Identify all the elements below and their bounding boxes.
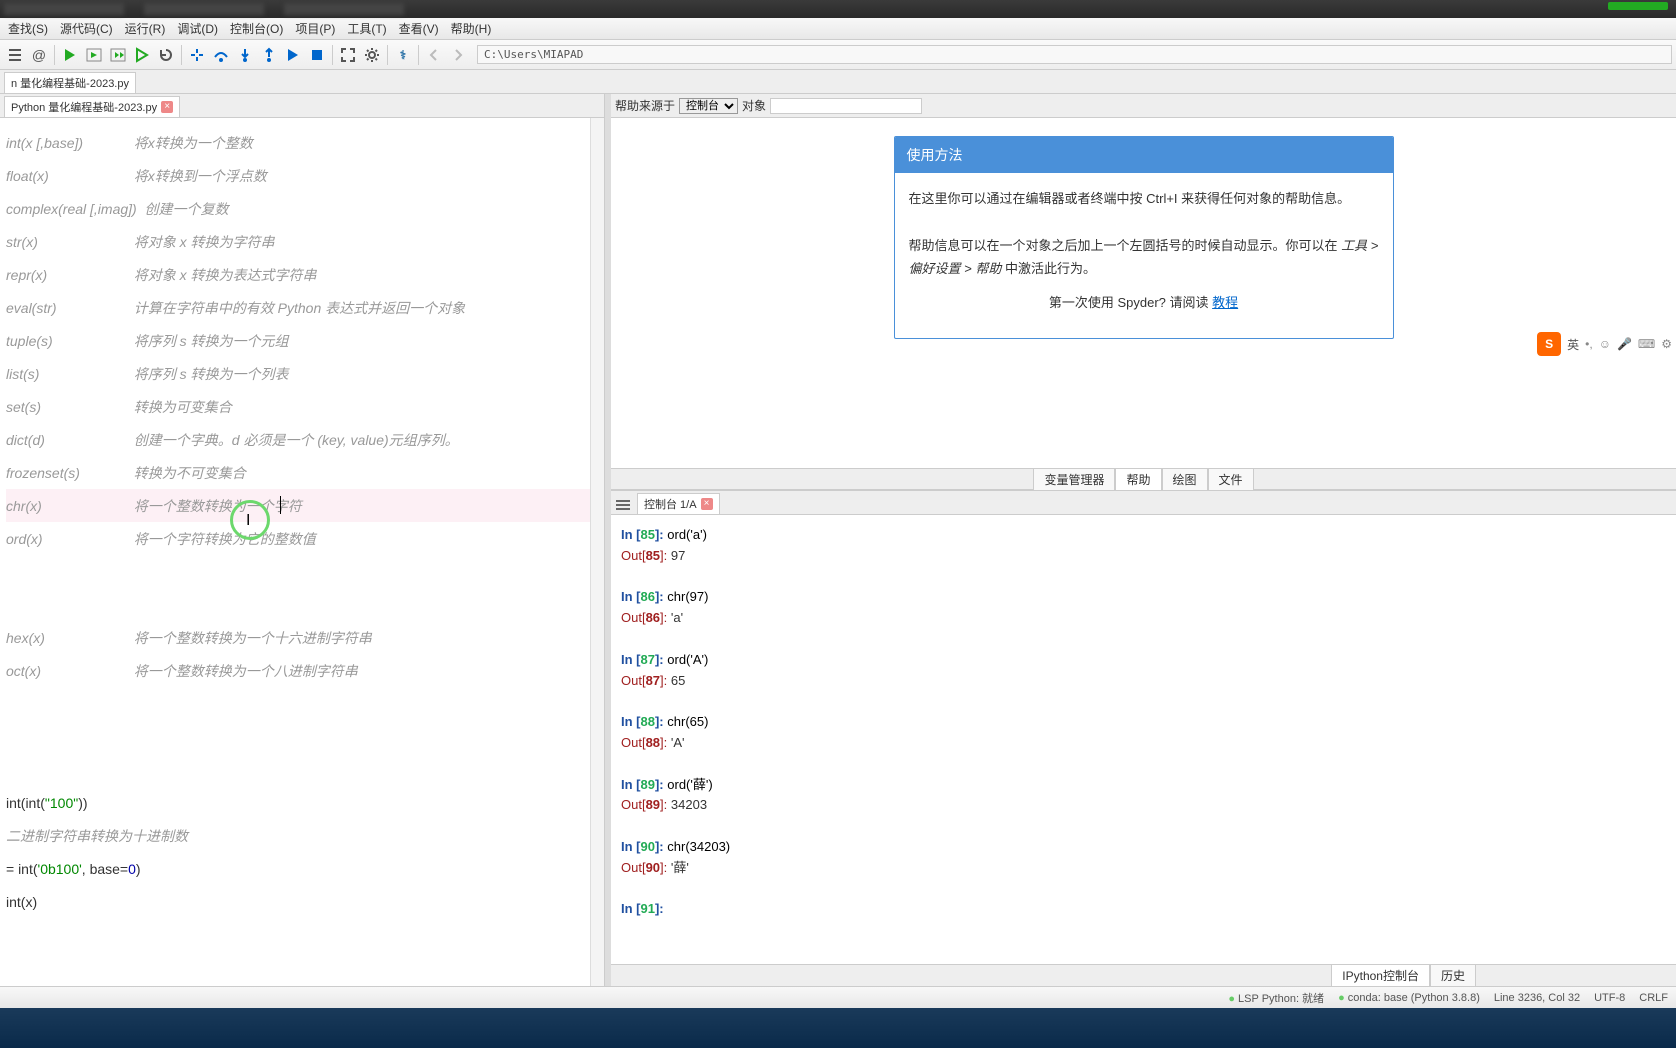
debug-stop-icon[interactable] [306,44,328,66]
ime-lang[interactable]: 英 [1567,336,1579,353]
code-line: ord(x) 将一个字符转换为它的整数值 [6,522,598,555]
ime-gear-icon[interactable]: ⚙ [1661,337,1672,351]
code-line: repr(x) 将对象 x 转换为表达式字符串 [6,258,598,291]
debug-step-icon[interactable] [186,44,208,66]
ipython-console[interactable]: In [85]: ord('a')Out[85]: 97In [86]: chr… [611,515,1676,964]
menu-调试(D)[interactable]: 调试(D) [171,18,224,39]
menu-bar: 查找(S)源代码(C)运行(R)调试(D)控制台(O)项目(P)工具(T)查看(… [0,18,1676,40]
code-line: hex(x) 将一个整数转换为一个十六进制字符串 [6,621,598,654]
ime-face-icon[interactable]: ☺ [1599,337,1611,351]
editor-pane: Python 量化编程基础-2023.py × int(x [,base]) 将… [0,94,605,986]
python-icon[interactable]: ⚕ [392,44,414,66]
help-tab-变量管理器[interactable]: 变量管理器 [1033,468,1115,491]
fullscreen-icon[interactable] [337,44,359,66]
help-text-1: 在这里你可以通过在编辑器或者终端中按 Ctrl+I 来获得任何对象的帮助信息。 [909,187,1379,210]
menu-源代码(C)[interactable]: 源代码(C) [54,18,119,39]
console-tab[interactable]: 控制台 1/A × [637,493,720,514]
rerun-icon[interactable] [155,44,177,66]
code-line: frozenset(s) 转换为不可变集合 [6,456,598,489]
run-cell-advance-icon[interactable] [107,44,129,66]
code-line: float(x) 将x转换到一个浮点数 [6,159,598,192]
help-card: 使用方法 在这里你可以通过在编辑器或者终端中按 Ctrl+I 来获得任何对象的帮… [894,136,1394,339]
status-lsp: LSP Python: 就绪 [1228,990,1324,1006]
list-icon[interactable] [4,44,26,66]
status-bar: LSP Python: 就绪 conda: base (Python 3.8.8… [0,986,1676,1008]
status-conda: conda: base (Python 3.8.8) [1338,992,1480,1004]
code-line: int(x [,base]) 将x转换为一个整数 [6,126,598,159]
menu-控制台(O)[interactable]: 控制台(O) [224,18,289,39]
console-pane: 控制台 1/A × In [85]: ord('a')Out[85]: 97In… [611,490,1676,986]
help-card-title: 使用方法 [895,137,1393,173]
title-bar [0,0,1676,18]
at-icon[interactable]: @ [28,44,50,66]
help-tab-帮助[interactable]: 帮助 [1115,468,1161,491]
code-line: complex(real [,imag]) 创建一个复数 [6,192,598,225]
code-line: eval(str) 计算在字符串中的有效 Python 表达式并返回一个对象 [6,291,598,324]
progress-indicator [1608,2,1668,10]
debug-step-out-icon[interactable] [258,44,280,66]
status-position: Line 3236, Col 32 [1494,992,1580,1004]
console-tab-bar: 控制台 1/A × [611,491,1676,515]
debug-continue-icon[interactable] [282,44,304,66]
minimap[interactable] [590,118,604,986]
help-source-label: 帮助来源于 [615,97,675,114]
help-tab-绘图[interactable]: 绘图 [1162,468,1208,491]
tutorial-link[interactable]: 教程 [1212,295,1238,310]
ime-toolbar[interactable]: S 英 •, ☺ 🎤 ⌨ ⚙ [1533,328,1676,360]
menu-查找(S)[interactable]: 查找(S) [2,18,54,39]
status-encoding: UTF-8 [1594,992,1625,1004]
status-eol: CRLF [1639,992,1668,1004]
help-toolbar: 帮助来源于 控制台 对象 [611,94,1676,118]
menu-工具(T)[interactable]: 工具(T) [341,18,392,39]
code-line [6,588,598,621]
menu-查看(V)[interactable]: 查看(V) [393,18,445,39]
sogou-icon[interactable]: S [1537,332,1561,356]
forward-icon[interactable] [447,44,469,66]
help-object-label: 对象 [742,97,766,114]
help-object-input[interactable] [770,98,922,114]
debug-step-into-icon[interactable] [234,44,256,66]
code-line: oct(x) 将一个整数转换为一个八进制字符串 [6,654,598,687]
code-line: dict(d) 创建一个字典。d 必须是一个 (key, value)元组序列。 [6,423,598,456]
windows-taskbar[interactable] [0,1008,1676,1048]
help-tab-文件[interactable]: 文件 [1208,468,1254,491]
ime-keyboard-icon[interactable]: ⌨ [1638,337,1655,351]
code-line: chr(x) 将一个整数转换为一个字符 [6,489,598,522]
code-line: list(s) 将序列 s 转换为一个列表 [6,357,598,390]
back-icon[interactable] [423,44,445,66]
help-panel: 使用方法 在这里你可以通过在编辑器或者终端中按 Ctrl+I 来获得任何对象的帮… [611,118,1676,468]
settings-icon[interactable] [361,44,383,66]
code-editor[interactable]: int(x [,base]) 将x转换为一个整数float(x) 将x转换到一个… [0,118,604,986]
project-tab[interactable]: n 量化编程基础-2023.py [4,72,136,93]
editor-tab-bar: Python 量化编程基础-2023.py × [0,94,604,118]
project-tab-row: n 量化编程基础-2023.py [0,70,1676,94]
menu-项目(P)[interactable]: 项目(P) [289,18,341,39]
console-bottom-tabs: IPython控制台历史 [611,964,1676,986]
code-line: set(s) 转换为可变集合 [6,390,598,423]
editor-file-tab[interactable]: Python 量化编程基础-2023.py × [4,96,180,117]
close-icon[interactable]: × [701,498,713,510]
help-pane-tabs: 变量管理器帮助绘图文件 [611,468,1676,490]
debug-step-over-icon[interactable] [210,44,232,66]
run-cell-icon[interactable] [83,44,105,66]
run-selection-icon[interactable] [131,44,153,66]
menu-帮助(H)[interactable]: 帮助(H) [445,18,498,39]
code-line [6,555,598,588]
menu-运行(R)[interactable]: 运行(R) [119,18,172,39]
code-line: str(x) 将对象 x 转换为字符串 [6,225,598,258]
working-dir-path[interactable]: C:\Users\MIAPAD [477,45,1672,64]
main-toolbar: @ ⚕ C:\Users\MIAPAD [0,40,1676,70]
console-btab-IPython控制台[interactable]: IPython控制台 [1331,964,1430,986]
ime-mic-icon[interactable]: 🎤 [1617,337,1632,351]
close-icon[interactable]: × [161,101,173,113]
run-icon[interactable] [59,44,81,66]
right-pane: 帮助来源于 控制台 对象 使用方法 在这里你可以通过在编辑器或者终端中按 Ctr… [611,94,1676,986]
help-text-2: 帮助信息可以在一个对象之后加上一个左圆括号的时候自动显示。你可以在 工具 > 偏… [909,234,1379,281]
console-menu-icon[interactable] [615,498,631,512]
console-btab-历史[interactable]: 历史 [1430,964,1476,986]
help-tutorial-row: 第一次使用 Spyder? 请阅读 教程 [909,281,1379,324]
help-source-select[interactable]: 控制台 [679,98,738,114]
code-line: tuple(s) 将序列 s 转换为一个元组 [6,324,598,357]
